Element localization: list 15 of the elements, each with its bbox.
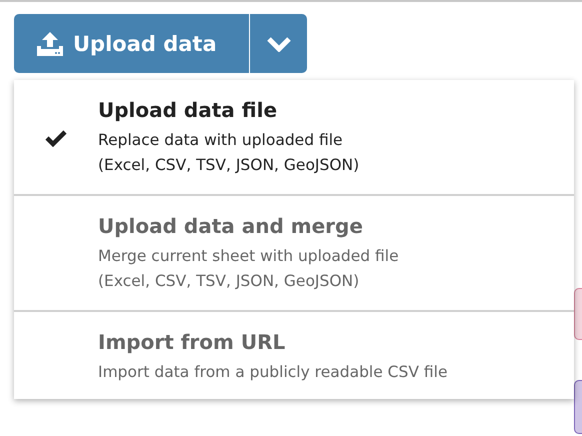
item-description: Import data from a publicly readable CSV file <box>98 362 448 383</box>
item-description: Merge current sheet with uploaded file <box>98 246 399 267</box>
chevron-down-icon <box>266 36 290 52</box>
upload-button[interactable]: Upload data <box>14 14 249 73</box>
upload-icon <box>37 32 63 56</box>
item-title: Import from URL <box>98 330 286 354</box>
item-formats: (Excel, CSV, TSV, JSON, GeoJSON) <box>98 155 360 176</box>
item-formats: (Excel, CSV, TSV, JSON, GeoJSON) <box>98 271 360 292</box>
item-description: Replace data with uploaded file <box>98 130 344 151</box>
menu-item[interactable]: Upload data and merge Merge current sheet with uploaded file (Excel, CSV, TSV, JSON, GeoJSON) <box>14 196 574 312</box>
item-title: Upload data file <box>98 98 278 122</box>
item-title: Upload data and merge <box>98 214 364 238</box>
menu-item[interactable]: Import from URL Import data from a publicly readable CSV file <box>14 312 574 399</box>
menu-item[interactable]: Upload data file Replace data with uploaded file (Excel, CSV, TSV, JSON, GeoJSON) <box>14 80 574 196</box>
dropdown-button[interactable] <box>250 14 307 73</box>
